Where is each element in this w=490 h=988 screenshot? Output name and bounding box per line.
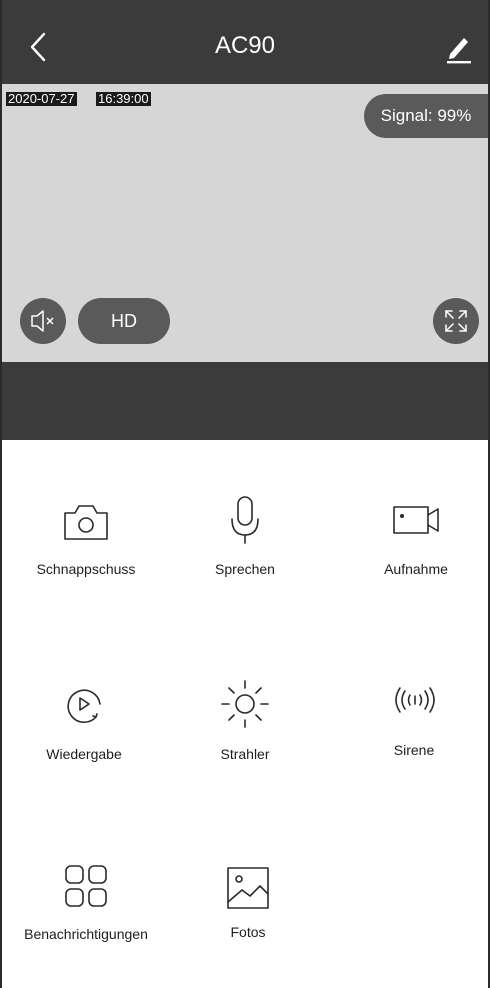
siren-button[interactable]: Sirene xyxy=(334,672,490,782)
control-band xyxy=(0,362,490,440)
live-video-view[interactable]: 2020-07-27 16:39:00 Signal: 99% HD xyxy=(0,84,490,362)
snapshot-button[interactable]: Schnappschuss xyxy=(6,495,166,605)
fullscreen-button[interactable] xyxy=(433,298,479,344)
photos-button[interactable]: Fotos xyxy=(168,860,328,970)
quality-button[interactable]: HD xyxy=(78,298,170,344)
sun-icon xyxy=(221,680,269,728)
video-record-icon xyxy=(393,506,439,534)
notifications-label: Benachrichtigungen xyxy=(24,926,148,942)
notifications-button[interactable]: Benachrichtigungen xyxy=(6,858,166,968)
talk-button[interactable]: Sprechen xyxy=(165,495,325,605)
playback-button[interactable]: Wiedergabe xyxy=(4,676,164,786)
fullscreen-icon xyxy=(445,310,467,332)
top-bar: AC90 xyxy=(0,0,490,84)
photo-icon xyxy=(227,867,269,909)
camera-icon xyxy=(64,505,108,540)
pencil-icon xyxy=(447,38,471,64)
photos-label: Fotos xyxy=(230,924,266,940)
playback-label: Wiedergabe xyxy=(46,746,122,762)
grid-icon xyxy=(65,865,107,907)
edit-button[interactable] xyxy=(444,32,474,64)
spotlight-label: Strahler xyxy=(220,746,270,762)
signal-badge: Signal: 99% xyxy=(364,94,488,138)
mute-button[interactable] xyxy=(20,298,66,344)
record-button[interactable]: Aufnahme xyxy=(336,495,490,605)
playback-icon xyxy=(67,689,101,724)
timestamp-date: 2020-07-27 xyxy=(6,91,77,106)
talk-label: Sprechen xyxy=(215,561,275,577)
siren-icon xyxy=(395,687,435,713)
microphone-icon xyxy=(231,496,259,544)
record-label: Aufnahme xyxy=(384,561,448,577)
siren-label: Sirene xyxy=(393,742,435,758)
page-title: AC90 xyxy=(214,32,276,59)
spotlight-button[interactable]: Strahler xyxy=(165,676,325,786)
speaker-muted-icon xyxy=(31,310,54,332)
snapshot-label: Schnappschuss xyxy=(36,561,136,577)
timestamp-time: 16:39:00 xyxy=(96,91,151,106)
